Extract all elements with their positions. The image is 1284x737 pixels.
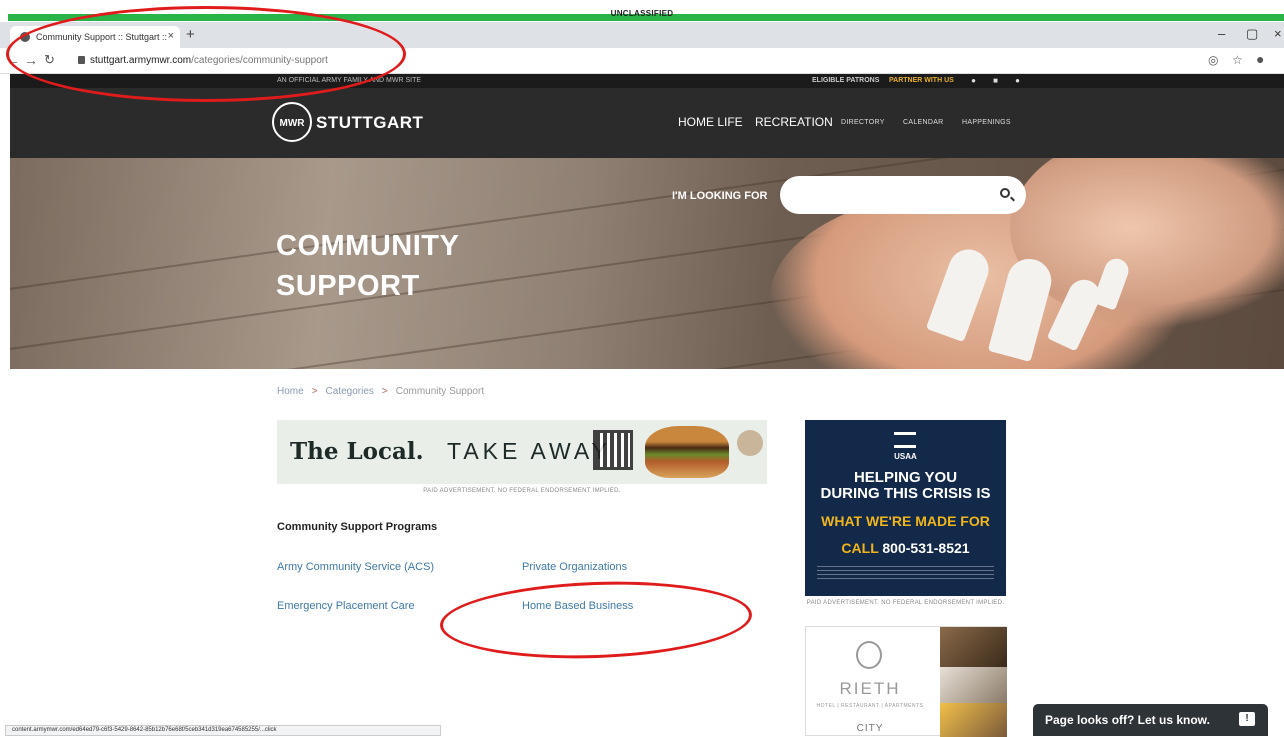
breadcrumb-home[interactable]: Home bbox=[277, 386, 304, 397]
search-icon[interactable] bbox=[1000, 188, 1010, 198]
feedback-icon: ! bbox=[1239, 712, 1255, 726]
usaa-eagle-icon bbox=[894, 432, 916, 448]
usaa-fine-print bbox=[817, 566, 994, 582]
logo-badge: MWR bbox=[279, 118, 305, 129]
nav-home-life[interactable]: HOME LIFE bbox=[678, 115, 743, 129]
nav-recreation[interactable]: RECREATION bbox=[755, 115, 833, 129]
link-private-organizations[interactable]: Private Organizations bbox=[522, 561, 627, 573]
usaa-call: CALL 800-531-8521 bbox=[805, 540, 1006, 556]
rieth-city: CITY bbox=[856, 723, 884, 734]
mwr-globe-icon[interactable]: MWR bbox=[272, 102, 312, 142]
breadcrumb-categories[interactable]: Categories bbox=[326, 386, 374, 397]
annotation-ellipse bbox=[6, 6, 406, 102]
page-title: COMMUNITY SUPPORT bbox=[276, 226, 459, 306]
qr-code-icon bbox=[593, 430, 633, 470]
usaa-headline: HELPING YOU DURING THIS CRISIS IS bbox=[805, 470, 1006, 502]
looking-for-label: I'M LOOKING FOR bbox=[672, 190, 768, 202]
breadcrumb: Home > Categories > Community Support bbox=[277, 386, 484, 397]
partner-with-us-link[interactable]: PARTNER WITH US bbox=[889, 77, 954, 84]
usaa-line2: DURING THIS CRISIS IS bbox=[820, 485, 991, 502]
ad-local-bold: The Local. bbox=[290, 438, 424, 465]
usaa-line1: HELPING YOU bbox=[853, 469, 958, 486]
link-emergency-placement-care[interactable]: Emergency Placement Care bbox=[277, 600, 415, 612]
search-input[interactable] bbox=[780, 176, 1026, 214]
nav-calendar[interactable]: CALENDAR bbox=[903, 119, 944, 126]
usaa-phone: 800-531-8521 bbox=[882, 540, 970, 556]
usaa-line3: WHAT WE'RE MADE FOR bbox=[821, 513, 990, 529]
feedback-label: Page looks off? Let us know. bbox=[1045, 713, 1210, 727]
nav-directory[interactable]: DIRECTORY bbox=[841, 119, 885, 126]
breadcrumb-current: Community Support bbox=[395, 386, 485, 397]
marriott-logo-icon bbox=[737, 430, 763, 456]
ad-rieth[interactable]: RIETH HOTEL | RESTAURANT | APARTMENTS CI… bbox=[805, 626, 1007, 737]
rieth-photo bbox=[940, 667, 1007, 703]
rieth-sub: HOTEL | RESTAURANT | APARTMENTS bbox=[816, 703, 924, 709]
rieth-photo bbox=[940, 627, 1007, 667]
status-url-bar: content.armymwr.com/ed64ed79-c6f3-5429-8… bbox=[5, 725, 441, 736]
page-title-line1: COMMUNITY bbox=[276, 230, 460, 262]
rieth-name: RIETH bbox=[839, 679, 901, 698]
ad-usaa[interactable]: USAA HELPING YOU DURING THIS CRISIS IS W… bbox=[805, 420, 1006, 596]
ad-disclaimer: PAID ADVERTISEMENT. NO FEDERAL ENDORSEME… bbox=[806, 600, 1005, 606]
breadcrumb-sep: > bbox=[311, 386, 318, 397]
star-icon[interactable]: ☆ bbox=[1232, 53, 1243, 67]
profile-icon[interactable]: ● bbox=[1256, 51, 1264, 67]
pinterest-icon[interactable]: ● bbox=[1013, 76, 1022, 85]
link-army-community-service[interactable]: Army Community Service (ACS) bbox=[277, 561, 434, 573]
breadcrumb-sep: > bbox=[381, 386, 388, 397]
page-title-line2: SUPPORT bbox=[276, 270, 420, 302]
programs-heading: Community Support Programs bbox=[277, 521, 438, 533]
annotation-ellipse bbox=[438, 576, 754, 664]
facebook-icon[interactable]: ● bbox=[969, 76, 978, 85]
usaa-call-label: CALL bbox=[841, 540, 879, 556]
usaa-brand: USAA bbox=[894, 452, 917, 461]
feedback-button[interactable]: Page looks off? Let us know. ! bbox=[1033, 704, 1268, 736]
instagram-icon[interactable]: ■ bbox=[991, 76, 1000, 85]
ad-local-thin: TAKE AWAY bbox=[447, 438, 611, 464]
eye-off-icon[interactable]: ◎ bbox=[1208, 53, 1218, 67]
rieth-photo bbox=[940, 703, 1007, 737]
eligible-patrons-link[interactable]: ELIGIBLE PATRONS bbox=[812, 77, 879, 84]
hero-banner: I'M LOOKING FOR COMMUNITY SUPPORT bbox=[10, 158, 1284, 369]
burger-image bbox=[645, 426, 729, 478]
site-logo-text[interactable]: STUTTGART bbox=[316, 113, 423, 133]
ad-disclaimer: PAID ADVERTISEMENT. NO FEDERAL ENDORSEME… bbox=[423, 488, 621, 494]
rieth-crest-icon bbox=[856, 641, 882, 669]
close-window-button[interactable]: × bbox=[1274, 26, 1282, 41]
restore-button[interactable]: ▢ bbox=[1246, 26, 1258, 42]
minimize-button[interactable]: – bbox=[1218, 26, 1225, 41]
ad-the-local[interactable]: The Local. TAKE AWAY bbox=[277, 420, 767, 484]
nav-happenings[interactable]: HAPPENINGS bbox=[962, 119, 1011, 126]
